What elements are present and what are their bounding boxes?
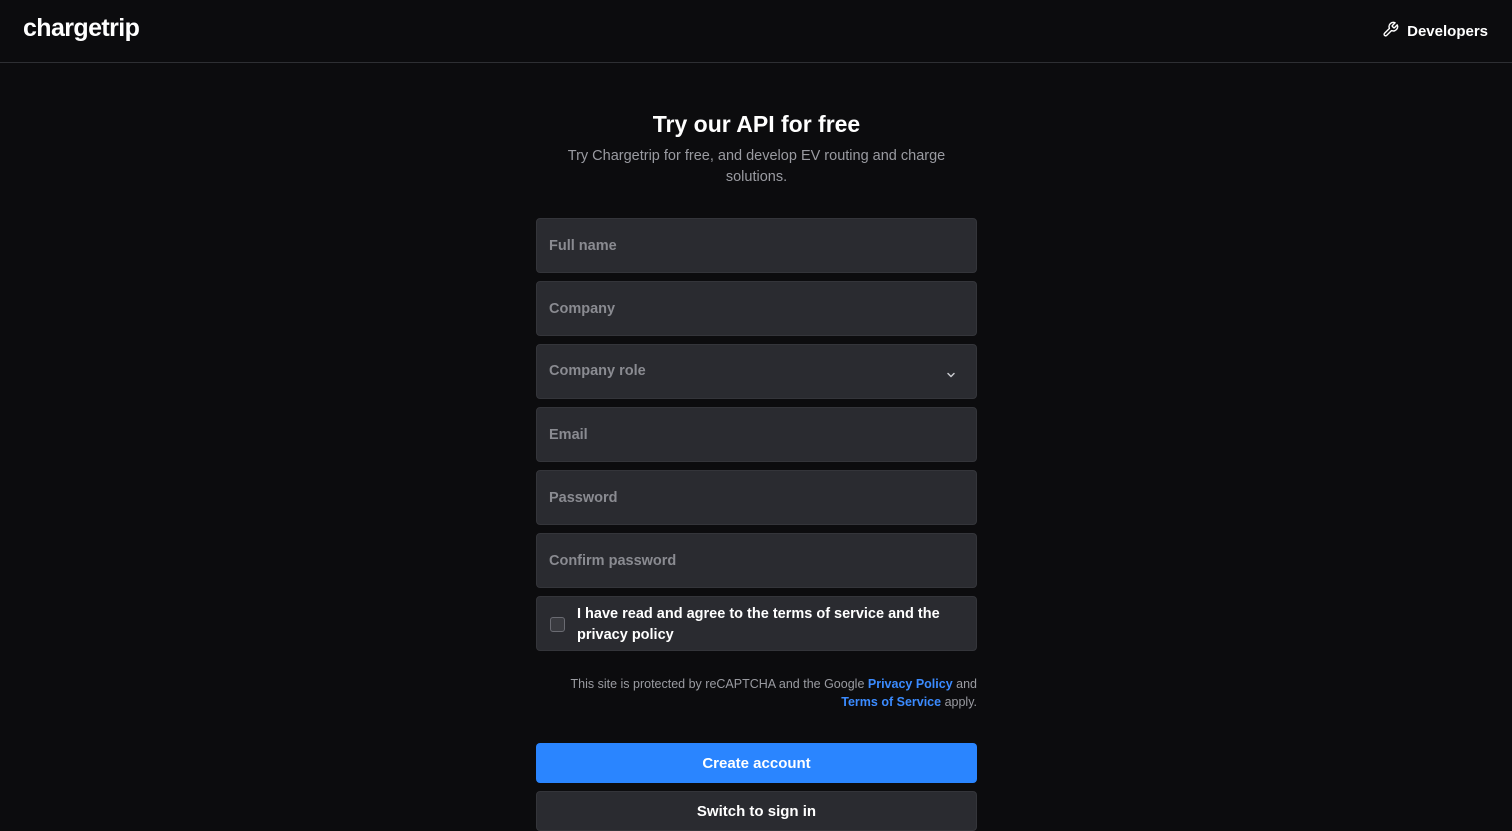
signup-panel: Try our API for free Try Chargetrip for … [536,110,977,831]
password-input[interactable] [537,471,976,524]
full-name-field-wrapper [536,218,977,273]
page-subtitle: Try Chargetrip for free, and develop EV … [567,148,946,185]
terms-label: I have read and agree to the terms of se… [577,606,940,643]
signup-form: Company role I have read and agree to th… [536,218,977,831]
create-account-button[interactable]: Create account [536,743,977,783]
terms-checkbox[interactable] [550,617,565,632]
company-input[interactable] [537,282,976,335]
switch-to-sign-in-button[interactable]: Switch to sign in [536,791,977,831]
company-role-select[interactable]: Company role [536,344,977,399]
email-input[interactable] [537,408,976,461]
recaptcha-and: and [952,677,977,691]
terms-agreement[interactable]: I have read and agree to the terms of se… [536,596,977,651]
recaptcha-suffix: apply. [941,695,977,709]
chargetrip-logo[interactable]: chargetrip [23,14,140,43]
recaptcha-prefix: This site is protected by reCAPTCHA and … [570,677,868,691]
developers-link[interactable]: Developers [1382,20,1488,42]
terms-of-service-link[interactable]: Terms of Service [841,695,941,709]
privacy-policy-link[interactable]: Privacy Policy [868,677,953,691]
confirm-password-field-wrapper [536,533,977,588]
confirm-password-input[interactable] [537,534,976,587]
page-title: Try our API for free [652,111,861,137]
chevron-down-icon [946,367,956,378]
password-field-wrapper [536,470,977,525]
company-role-placeholder: Company role [549,363,646,379]
full-name-input[interactable] [537,219,976,272]
recaptcha-notice: This site is protected by reCAPTCHA and … [536,675,978,711]
email-field-wrapper [536,407,977,462]
wrench-icon [1382,21,1399,42]
company-field-wrapper [536,281,977,336]
developers-label: Developers [1407,22,1488,40]
top-header: chargetrip Developers [0,0,1512,63]
